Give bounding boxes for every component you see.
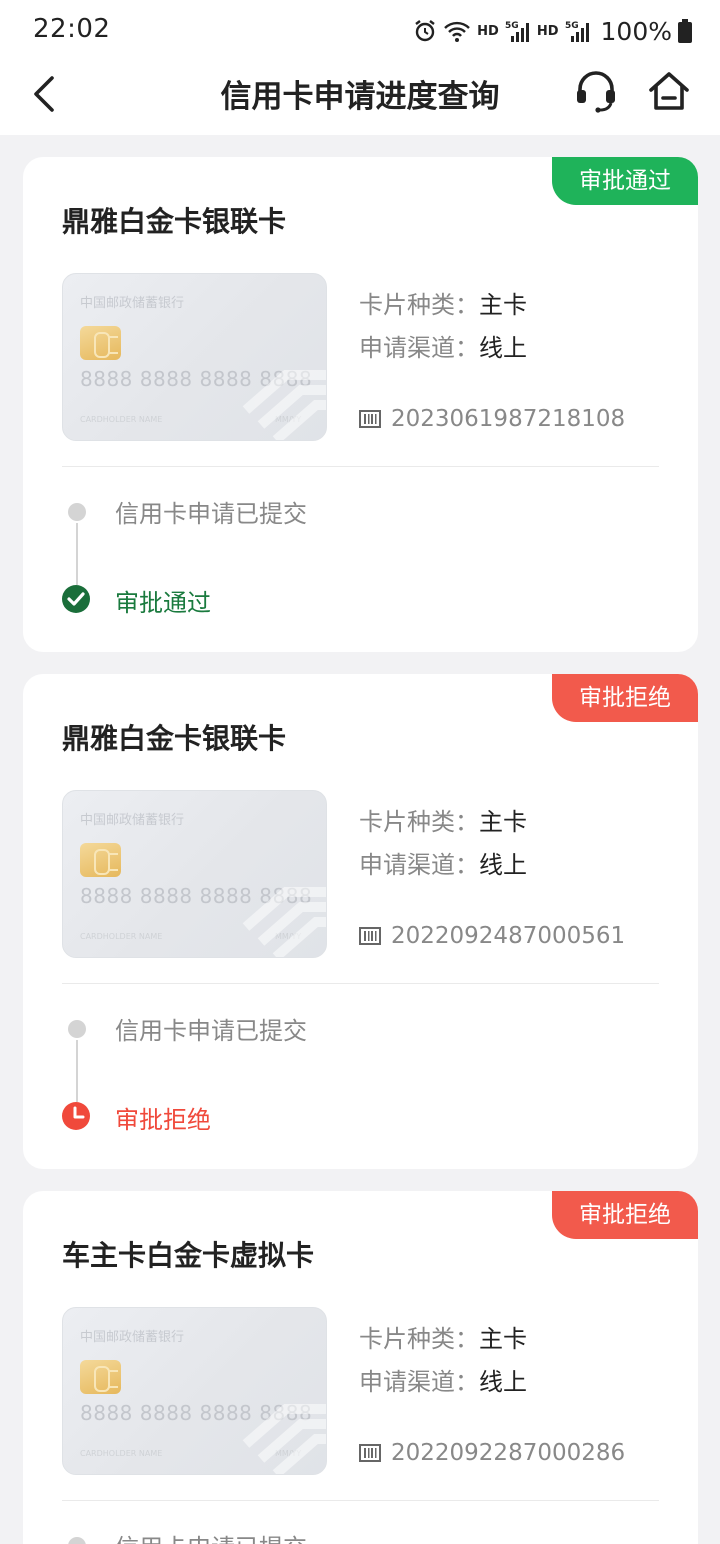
card-bank-name: 中国邮政储蓄银行 bbox=[80, 1330, 185, 1345]
application-number: 2022092287000286 bbox=[359, 1440, 625, 1466]
card-type-row: 卡片种类：主卡 bbox=[359, 1319, 527, 1354]
application-number-value: 2022092487000561 bbox=[391, 923, 626, 949]
card-type-label: 卡片种类： bbox=[359, 808, 479, 836]
card-product-name: 鼎雅白金卡银联卡 bbox=[62, 205, 287, 238]
card-type-row: 卡片种类：主卡 bbox=[359, 802, 527, 837]
headset-icon bbox=[577, 71, 615, 113]
barcode-icon bbox=[359, 410, 381, 428]
svg-text:5G: 5G bbox=[505, 21, 519, 31]
svg-text:5G: 5G bbox=[565, 21, 579, 31]
card-type-row: 卡片种类：主卡 bbox=[359, 285, 527, 320]
card-chip-icon bbox=[80, 326, 121, 360]
battery-percent: 100% bbox=[600, 16, 672, 46]
card-type-value: 主卡 bbox=[479, 808, 527, 836]
alarm-icon bbox=[415, 20, 435, 42]
application-number-value: 2022092287000286 bbox=[391, 1440, 626, 1466]
channel-row: 申请渠道：线上 bbox=[359, 845, 527, 880]
card-chip-icon bbox=[80, 843, 121, 877]
status-time: 22:02 bbox=[33, 14, 111, 44]
step-line bbox=[76, 1040, 78, 1102]
barcode-icon bbox=[359, 1444, 381, 1462]
card-type-label: 卡片种类： bbox=[359, 291, 479, 319]
channel-value: 线上 bbox=[479, 1368, 527, 1396]
check-circle-icon bbox=[62, 585, 90, 613]
step-submitted-label: 信用卡申请已提交 bbox=[115, 1017, 307, 1045]
wifi-icon bbox=[444, 21, 471, 42]
step-dot bbox=[68, 1020, 86, 1038]
divider bbox=[62, 983, 659, 984]
channel-row: 申请渠道：线上 bbox=[359, 328, 527, 363]
divider bbox=[62, 1500, 659, 1501]
step-dot bbox=[68, 503, 86, 521]
home-icon bbox=[649, 72, 689, 110]
step-dot bbox=[68, 1537, 86, 1544]
bank-logo-icon bbox=[242, 887, 326, 957]
channel-value: 线上 bbox=[479, 334, 527, 362]
application-card[interactable]: 审批通过 鼎雅白金卡银联卡 中国邮政储蓄银行 8888 8888 8888 88… bbox=[23, 157, 698, 652]
application-card[interactable]: 审批拒绝 车主卡白金卡虚拟卡 中国邮政储蓄银行 8888 8888 8888 8… bbox=[23, 1191, 698, 1544]
step-final-label: 审批拒绝 bbox=[115, 1106, 211, 1134]
bank-logo-icon bbox=[242, 370, 326, 440]
network-hd-label-2: HD bbox=[536, 23, 559, 39]
step-submitted-label: 信用卡申请已提交 bbox=[115, 500, 307, 528]
card-bank-name: 中国邮政储蓄银行 bbox=[80, 296, 185, 311]
step-final-label: 审批通过 bbox=[115, 589, 211, 617]
channel-value: 线上 bbox=[479, 851, 527, 879]
channel-row: 申请渠道：线上 bbox=[359, 1362, 527, 1397]
status-icons: HD 5G HD 5G 100% bbox=[413, 14, 692, 48]
application-number: 2023061987218108 bbox=[359, 406, 625, 432]
card-bank-name: 中国邮政储蓄银行 bbox=[80, 813, 185, 828]
channel-label: 申请渠道： bbox=[359, 334, 479, 362]
card-image: 中国邮政储蓄银行 8888 8888 8888 8888 CARDHOLDER … bbox=[62, 273, 327, 441]
application-number: 2022092487000561 bbox=[359, 923, 625, 949]
clock-circle-icon bbox=[62, 1102, 90, 1130]
card-image: 中国邮政储蓄银行 8888 8888 8888 8888 CARDHOLDER … bbox=[62, 1307, 327, 1475]
channel-label: 申请渠道： bbox=[359, 1368, 479, 1396]
signal-5g-icon-2: 5G bbox=[565, 21, 589, 42]
bank-logo-icon bbox=[242, 1404, 326, 1474]
card-image: 中国邮政储蓄银行 8888 8888 8888 8888 CARDHOLDER … bbox=[62, 790, 327, 958]
card-holder: CARDHOLDER NAME bbox=[80, 415, 163, 424]
barcode-icon bbox=[359, 927, 381, 945]
card-type-label: 卡片种类： bbox=[359, 1325, 479, 1353]
card-product-name: 车主卡白金卡虚拟卡 bbox=[62, 1239, 315, 1272]
battery-icon bbox=[678, 19, 692, 43]
home-button[interactable] bbox=[646, 68, 692, 114]
step-line bbox=[76, 523, 78, 585]
signal-5g-icon: 5G bbox=[505, 21, 529, 42]
status-bar: 22:02 HD 5G HD 5G 100% bbox=[0, 0, 720, 60]
channel-label: 申请渠道： bbox=[359, 851, 479, 879]
step-submitted-label: 信用卡申请已提交 bbox=[115, 1528, 307, 1544]
application-number-value: 2023061987218108 bbox=[391, 406, 626, 432]
card-holder: CARDHOLDER NAME bbox=[80, 1449, 163, 1458]
status-badge: 审批通过 bbox=[552, 157, 698, 205]
customer-service-button[interactable] bbox=[573, 68, 619, 114]
card-type-value: 主卡 bbox=[479, 1325, 527, 1353]
card-type-value: 主卡 bbox=[479, 291, 527, 319]
card-holder: CARDHOLDER NAME bbox=[80, 932, 163, 941]
status-badge: 审批拒绝 bbox=[552, 674, 698, 722]
nav-bar: 信用卡申请进度查询 bbox=[0, 60, 720, 135]
network-hd-label-1: HD bbox=[477, 23, 499, 39]
application-card[interactable]: 审批拒绝 鼎雅白金卡银联卡 中国邮政储蓄银行 8888 8888 8888 88… bbox=[23, 674, 698, 1169]
status-badge: 审批拒绝 bbox=[552, 1191, 698, 1239]
divider bbox=[62, 466, 659, 467]
card-product-name: 鼎雅白金卡银联卡 bbox=[62, 722, 287, 755]
card-chip-icon bbox=[80, 1360, 121, 1394]
